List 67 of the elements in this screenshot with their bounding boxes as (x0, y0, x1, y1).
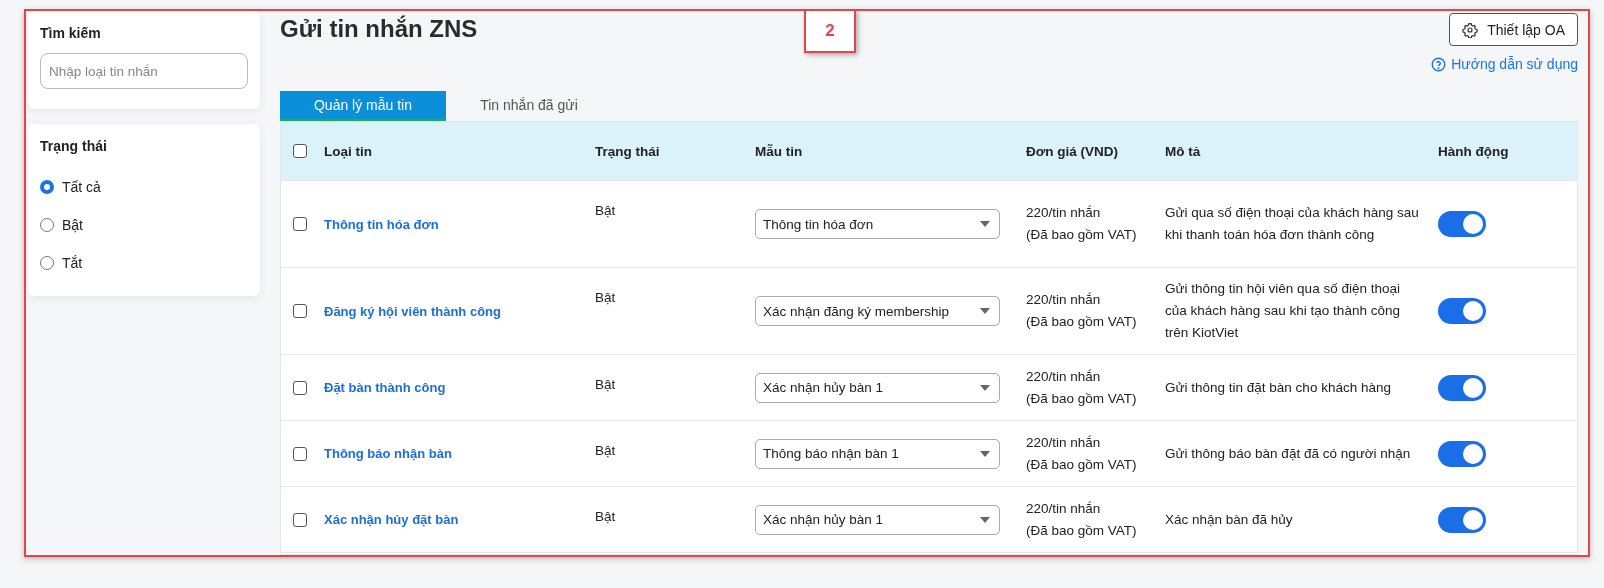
template-select[interactable]: Thông tin hóa đơn (755, 209, 1000, 239)
price-cell-text: 220/tin nhắn (1026, 367, 1101, 386)
description-cell-text: Gửi thông tin hội viên qua số điện thoại của khách hàng sau khi tạo thành công trên KiotViet (1165, 280, 1401, 342)
column-header: Mẫu tin (755, 143, 803, 159)
tab[interactable]: Quản lý mẫu tin (280, 91, 446, 121)
help-icon (1431, 56, 1447, 72)
price-note: (Đã bao gồm VAT) (1026, 313, 1137, 331)
column-header: Hành động (1438, 143, 1509, 159)
message-type-link[interactable]: Đặt bàn thành công (324, 380, 446, 395)
caret-icon (980, 221, 990, 227)
row-checkbox[interactable] (293, 446, 307, 461)
toggle-switch[interactable] (1438, 298, 1486, 324)
description-cell-text: Xác nhận bàn đã hủy (1165, 510, 1294, 529)
price-cell-text: 220/tin nhắn (1026, 433, 1101, 452)
help-link[interactable]: Hướng dẫn sử dụng (1431, 56, 1578, 72)
template-select[interactable]: Thông báo nhận bàn 1 (755, 438, 1000, 469)
settings-button[interactable]: Thiết lập OA (1449, 13, 1578, 46)
page-title: Gửi tin nhắn ZNS (280, 15, 478, 44)
template-select[interactable]: Xác nhận hủy bàn 1 (755, 372, 1000, 403)
row-checkbox[interactable] (293, 380, 307, 395)
column-header: Đơn giá (VND) (1026, 143, 1119, 159)
description-cell-text: Gửi thông báo bàn đặt đã có người nhận (1165, 444, 1412, 463)
caret-icon (980, 516, 990, 523)
settings-icon (1462, 21, 1479, 38)
price-note: (Đã bao gồm VAT) (1026, 455, 1137, 474)
status-filter-title: Trạng thái (40, 138, 108, 154)
message-type-link[interactable]: Xác nhận hủy đặt bàn (324, 512, 459, 527)
column-header: Mô tả (1165, 143, 1201, 159)
status-radio-option[interactable]: Bật (40, 206, 248, 244)
price-note: (Đã bao gồm VAT) (1026, 521, 1137, 540)
message-type-link[interactable]: Thông tin hóa đơn (324, 216, 439, 232)
status-cell: Bật (595, 509, 616, 524)
template-select[interactable]: Xác nhận hủy bàn 1 (755, 504, 1000, 535)
status-cell: Bật (595, 203, 616, 218)
annotation-badge: 2 (804, 11, 856, 53)
price-note: (Đã bao gồm VAT) (1026, 389, 1137, 408)
toggle-switch[interactable] (1438, 506, 1486, 533)
row-checkbox[interactable] (293, 304, 307, 318)
description-cell-text: Gửi qua số điện thoại của khách hàng sau khi thanh toán hóa đơn thành công (1165, 204, 1420, 244)
column-header: Trạng thái (595, 143, 660, 159)
message-type-link[interactable]: Thông báo nhận bàn (324, 446, 452, 461)
message-type-link[interactable]: Đăng ký hội viên thành công (324, 303, 501, 319)
caret-icon (980, 450, 990, 457)
row-checkbox[interactable] (293, 217, 307, 231)
status-cell: Bật (595, 443, 616, 458)
price-note: (Đã bao gồm VAT) (1026, 226, 1137, 244)
caret-icon (980, 384, 990, 391)
status-radio-option[interactable]: Tắt (40, 244, 248, 282)
status-cell: Bật (595, 290, 616, 305)
price-cell-text: 220/tin nhắn (1026, 291, 1101, 309)
column-header: Loại tin (324, 143, 372, 159)
toggle-switch[interactable] (1438, 440, 1486, 467)
select-all-checkbox[interactable] (293, 144, 307, 158)
template-select[interactable]: Xác nhận đăng ký membership (755, 296, 1000, 326)
status-radio-option[interactable]: Tất cả (40, 168, 248, 206)
search-field[interactable]: Nhập loại tin nhắn (40, 53, 248, 89)
status-cell: Bật (595, 377, 616, 392)
row-checkbox[interactable] (293, 512, 307, 527)
tab[interactable]: Tin nhắn đã gửi (446, 91, 612, 121)
price-cell-text: 220/tin nhắn (1026, 499, 1101, 518)
radio-button[interactable] (40, 180, 54, 194)
toggle-switch[interactable] (1438, 211, 1486, 237)
description-cell-text: Gửi thông tin đặt bàn cho khách hàng (1165, 378, 1392, 397)
search-title: Tìm kiếm (40, 25, 102, 41)
toggle-switch[interactable] (1438, 374, 1486, 401)
caret-icon (980, 308, 990, 314)
price-cell-text: 220/tin nhắn (1026, 204, 1101, 222)
